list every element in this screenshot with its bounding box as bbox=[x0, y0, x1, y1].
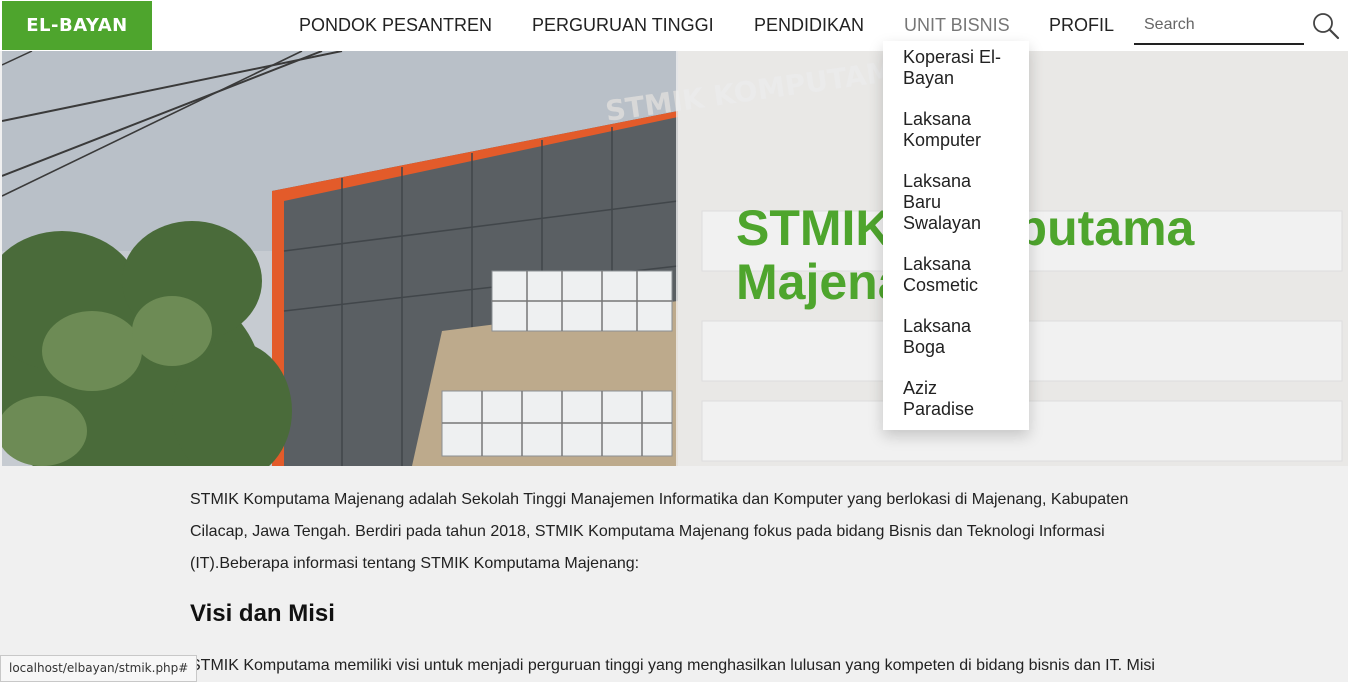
nav-pendidikan[interactable]: PENDIDIKAN bbox=[754, 0, 864, 51]
dropdown-item-laksana-komputer[interactable]: Laksana Komputer bbox=[903, 109, 1019, 151]
site-logo[interactable]: EL-BAYAN bbox=[2, 1, 152, 50]
nav-pondok-pesantren[interactable]: PONDOK PESANTREN bbox=[299, 0, 492, 51]
unit-bisnis-dropdown: Koperasi El-Bayan Laksana Komputer Laksa… bbox=[883, 41, 1029, 430]
intro-paragraph: STMIK Komputama Majenang adalah Sekolah … bbox=[190, 491, 1129, 572]
article-body: STMIK Komputama Majenang adalah Sekolah … bbox=[190, 484, 1150, 580]
nav-profil[interactable]: PROFIL bbox=[1049, 0, 1114, 51]
hero-banner: STMIK KOMPUTAMA STMIK Komputama Majenang bbox=[2, 51, 1348, 466]
dropdown-item-laksana-boga[interactable]: Laksana Boga bbox=[903, 316, 993, 358]
visi-misi-heading: Visi dan Misi bbox=[190, 600, 335, 627]
search-input[interactable] bbox=[1134, 7, 1304, 45]
top-navbar: EL-BAYAN PONDOK PESANTREN PERGURUAN TING… bbox=[0, 0, 1348, 51]
visi-paragraph: STMIK Komputama memiliki visi untuk menj… bbox=[190, 657, 1155, 674]
dropdown-item-laksana-cosmetic[interactable]: Laksana Cosmetic bbox=[903, 254, 1019, 296]
dropdown-item-aziz-paradise[interactable]: Aziz Paradise bbox=[903, 378, 993, 420]
search-icon bbox=[1313, 13, 1340, 40]
dropdown-item-laksana-baru-swalayan[interactable]: Laksana Baru Swalayan bbox=[903, 171, 993, 234]
browser-status-url: localhost/elbayan/stmik.php# bbox=[0, 655, 198, 682]
nav-perguruan-tinggi[interactable]: PERGURUAN TINGGI bbox=[532, 0, 714, 51]
dropdown-item-koperasi-el-bayan[interactable]: Koperasi El-Bayan bbox=[903, 47, 1019, 89]
search-button[interactable] bbox=[1310, 10, 1342, 42]
